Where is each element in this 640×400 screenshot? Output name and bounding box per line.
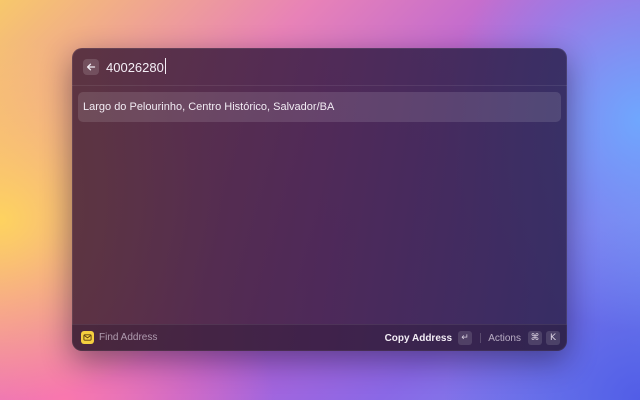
command-window: Largo do Pelourinho, Centro Histórico, S… — [72, 48, 567, 351]
return-key-icon: ↵ — [458, 331, 472, 345]
command-key-icon: ⌘ — [528, 331, 542, 345]
copy-address-button[interactable]: Copy Address ↵ — [385, 331, 472, 345]
back-button[interactable] — [83, 59, 99, 75]
envelope-icon — [81, 331, 94, 344]
action-bar: Find Address Copy Address ↵ Actions ⌘ K — [72, 324, 567, 351]
search-input[interactable] — [106, 57, 526, 77]
extension-title: Find Address — [99, 332, 158, 343]
result-label: Largo do Pelourinho, Centro Histórico, S… — [83, 101, 335, 113]
list-item[interactable]: Largo do Pelourinho, Centro Histórico, S… — [78, 92, 561, 122]
arrow-left-icon — [86, 63, 96, 71]
k-key: K — [546, 331, 560, 345]
search-bar — [72, 48, 567, 86]
actions-button[interactable]: Actions ⌘ K — [488, 331, 560, 345]
results-list: Largo do Pelourinho, Centro Histórico, S… — [78, 92, 561, 122]
footer-divider — [480, 333, 481, 343]
primary-action-label: Copy Address — [384, 332, 452, 344]
text-caret — [164, 58, 166, 74]
actions-label: Actions — [488, 332, 521, 344]
